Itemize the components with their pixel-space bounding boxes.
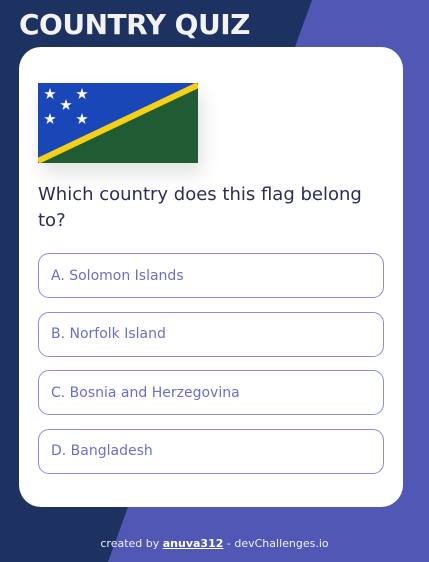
solomon-islands-flag-icon <box>38 83 198 163</box>
option-b-button[interactable]: B. Norfolk Island <box>38 311 384 357</box>
option-d-button[interactable]: D. Bangladesh <box>38 428 384 474</box>
footer-suffix: - devChallenges.io <box>226 537 329 550</box>
footer: created by anuva312 - devChallenges.io <box>0 537 429 550</box>
author-link[interactable]: anuva312 <box>163 537 224 550</box>
answer-options: A. Solomon Islands B. Norfolk Island C. … <box>38 253 384 487</box>
app-title: COUNTRY QUIZ <box>19 8 250 41</box>
question-text: Which country does this flag belong to? <box>38 184 362 231</box>
flag-image <box>38 83 198 163</box>
option-a-button[interactable]: A. Solomon Islands <box>38 253 384 298</box>
footer-prefix: created by <box>100 537 160 550</box>
quiz-card: Which country does this flag belong to? … <box>19 47 403 507</box>
option-c-button[interactable]: C. Bosnia and Herzegovina <box>38 370 384 415</box>
